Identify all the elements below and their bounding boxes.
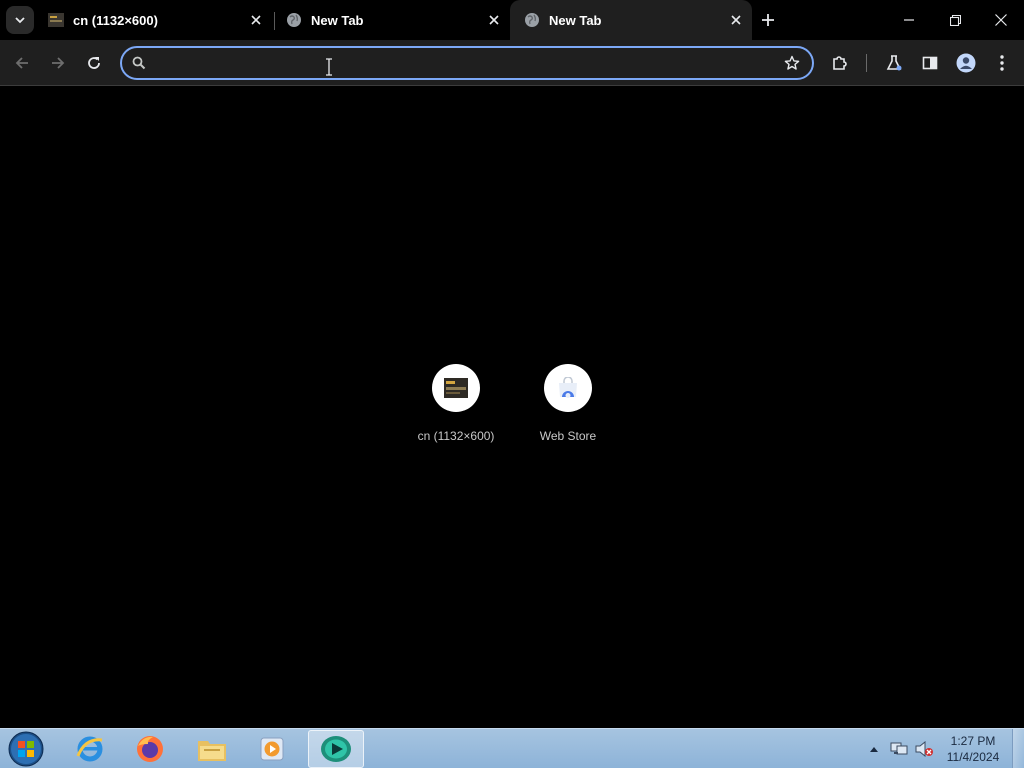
globe-icon xyxy=(524,12,540,28)
back-arrow-icon xyxy=(15,57,28,69)
volume-tray-button[interactable] xyxy=(912,729,936,768)
close-tab-icon[interactable] xyxy=(726,10,746,30)
toolbar-divider xyxy=(866,54,867,72)
shortcut-label: cn (1132×600) xyxy=(417,429,495,443)
minimize-button[interactable] xyxy=(886,0,932,40)
start-orb-icon xyxy=(8,731,44,767)
taskbar-internet-explorer[interactable] xyxy=(62,730,118,768)
firefox-icon xyxy=(137,736,163,762)
tab-search-button[interactable] xyxy=(6,6,34,34)
labs-button[interactable] xyxy=(878,47,910,79)
globe-icon xyxy=(286,12,302,28)
cn-favicon-icon xyxy=(48,12,64,28)
new-tab-button[interactable] xyxy=(756,8,780,32)
close-icon xyxy=(995,14,1007,26)
new-tab-page: cn (1132×600) Web Store xyxy=(0,87,1024,728)
tab-strip: cn (1132×600) New Tab New Tab xyxy=(0,0,1024,40)
tab-title: cn (1132×600) xyxy=(73,12,158,28)
show-hidden-icons-button[interactable] xyxy=(866,729,882,768)
profile-avatar-icon xyxy=(956,53,976,73)
system-clock[interactable]: 1:27 PM 11/4/2024 xyxy=(938,733,1008,765)
side-panel-button[interactable] xyxy=(914,47,946,79)
start-button[interactable] xyxy=(6,731,46,767)
reload-button[interactable] xyxy=(78,47,110,79)
flask-icon xyxy=(886,55,902,71)
minimize-icon xyxy=(904,19,914,21)
extensions-button[interactable] xyxy=(824,47,856,79)
plus-icon xyxy=(762,14,774,26)
tab-separator xyxy=(274,12,275,30)
taskbar-media-player[interactable] xyxy=(244,730,300,768)
address-input[interactable] xyxy=(156,52,766,74)
reload-icon xyxy=(88,57,100,69)
address-bar[interactable] xyxy=(120,46,814,80)
bookmark-star-button[interactable] xyxy=(782,53,802,73)
chevron-down-icon xyxy=(15,17,25,24)
star-icon xyxy=(784,55,800,70)
kebab-menu-icon xyxy=(1000,55,1004,71)
menu-button[interactable] xyxy=(986,47,1018,79)
side-panel-icon xyxy=(922,56,938,70)
tab-title: New Tab xyxy=(311,12,364,28)
taskbar: 1:27 PM 11/4/2024 xyxy=(0,728,1024,768)
show-desktop-button[interactable] xyxy=(1012,729,1024,768)
file-explorer-icon xyxy=(198,741,226,761)
tab-new-tab-1[interactable]: New Tab xyxy=(278,0,510,40)
internet-explorer-icon xyxy=(76,736,103,762)
restore-button[interactable] xyxy=(932,0,978,40)
active-app-icon xyxy=(321,736,351,762)
puzzle-piece-icon xyxy=(833,56,847,70)
forward-arrow-icon xyxy=(52,57,65,69)
clock-time: 1:27 PM xyxy=(950,734,996,748)
taskbar-active-app[interactable] xyxy=(308,730,364,768)
close-window-button[interactable] xyxy=(978,0,1024,40)
network-tray-button[interactable] xyxy=(888,729,910,768)
restore-icon xyxy=(949,14,961,26)
close-tab-icon[interactable] xyxy=(484,10,504,30)
shortcut-icon-circle xyxy=(432,364,480,412)
forward-button[interactable] xyxy=(42,47,74,79)
taskbar-firefox[interactable] xyxy=(122,730,178,768)
cn-thumbnail-icon xyxy=(444,378,468,398)
web-store-icon xyxy=(559,377,577,398)
taskbar-file-explorer[interactable] xyxy=(184,730,240,768)
toolbar xyxy=(0,40,1024,86)
chevron-up-icon xyxy=(870,747,878,752)
tab-cn[interactable]: cn (1132×600) xyxy=(40,0,272,40)
tab-title: New Tab xyxy=(549,12,602,28)
volume-muted-icon xyxy=(915,741,933,757)
text-cursor-icon xyxy=(326,58,332,76)
shortcut-tile[interactable]: cn (1132×600) xyxy=(400,364,512,443)
close-tab-icon[interactable] xyxy=(246,10,266,30)
media-player-icon xyxy=(260,737,284,761)
back-button[interactable] xyxy=(6,47,38,79)
search-icon xyxy=(132,56,146,70)
shortcut-label: Web Store xyxy=(539,429,597,443)
tab-new-tab-active[interactable]: New Tab xyxy=(510,0,752,40)
shortcut-icon-circle xyxy=(544,364,592,412)
network-icon xyxy=(890,742,908,755)
profile-button[interactable] xyxy=(950,47,982,79)
clock-date: 11/4/2024 xyxy=(946,750,1000,764)
shortcut-tile[interactable]: Web Store xyxy=(512,364,624,443)
screen: cn (1132×600) New Tab New Tab cn (1132×6… xyxy=(0,0,1024,768)
